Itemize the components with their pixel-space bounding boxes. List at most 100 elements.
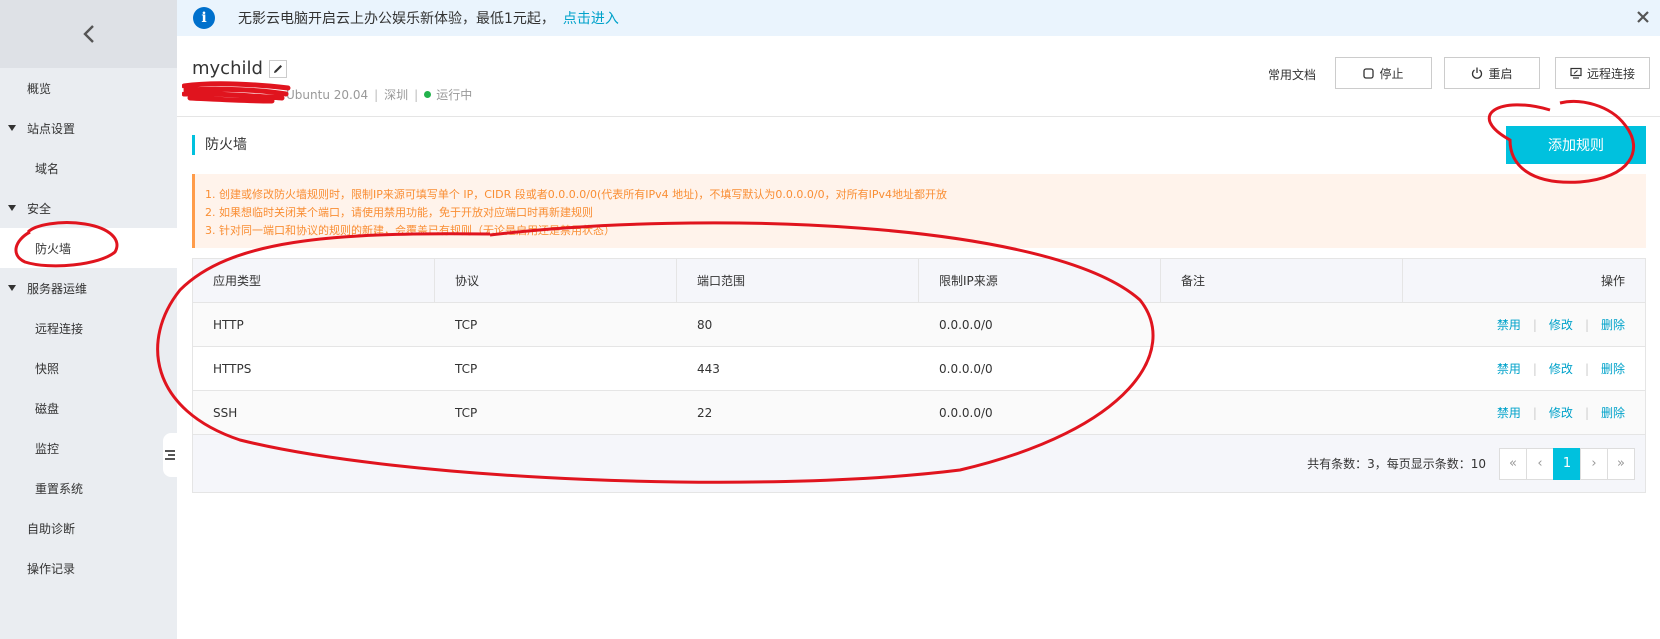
delete-button[interactable]: 删除 xyxy=(1601,404,1625,421)
header-divider xyxy=(177,116,1660,117)
remote-desktop-icon xyxy=(1570,67,1582,79)
next-page-button[interactable]: › xyxy=(1580,447,1608,480)
add-rule-button[interactable]: 添加规则 xyxy=(1506,126,1646,164)
firewall-rules-table: 应用类型 协议 端口范围 限制IP来源 备注 操作 HTTP TCP 80 0.0.0… xyxy=(192,258,1646,493)
meta-separator: | xyxy=(374,87,379,102)
table-row: HTTPS TCP 443 0.0.0.0/0 禁用 | 修改 | 删除 xyxy=(193,347,1645,391)
disable-button[interactable]: 禁用 xyxy=(1497,404,1521,421)
sidebar-item[interactable]: 安全 xyxy=(0,188,177,228)
column-header: 操作 xyxy=(1600,274,1625,288)
op-separator: | xyxy=(1532,405,1537,420)
sidebar-item[interactable]: 自助诊断 xyxy=(0,508,177,548)
delete-button[interactable]: 删除 xyxy=(1601,360,1625,377)
notice-bar: i 无影云电脑开启云上办公娱乐新体验，最低1元起， 点击进入 xyxy=(177,0,1660,36)
restart-button[interactable]: 重启 xyxy=(1444,57,1540,89)
sidebar-item[interactable]: 服务器运维 xyxy=(0,268,177,308)
page-button[interactable]: 1 xyxy=(1553,447,1581,480)
edit-button[interactable]: 修改 xyxy=(1549,316,1573,333)
warning-line: 2. 如果想临时关闭某个端口，请使用禁用功能，免于开放对应端口时再新建规则 xyxy=(205,206,593,219)
table-header: 应用类型 协议 端口范围 限制IP来源 备注 操作 xyxy=(193,259,1645,303)
cell-port: 443 xyxy=(697,361,720,376)
cell-port: 80 xyxy=(697,317,713,332)
column-header: 端口范围 xyxy=(677,259,919,302)
edit-button[interactable]: 修改 xyxy=(1549,360,1573,377)
op-separator: | xyxy=(1584,361,1589,376)
disable-button[interactable]: 禁用 xyxy=(1497,360,1521,377)
table-body: HTTP TCP 80 0.0.0.0/0 禁用 | 修改 | 删除 HTTPS TCP 443 0.0… xyxy=(193,303,1645,435)
redaction-scribble xyxy=(182,81,291,104)
warning-box: 1. 创建或修改防火墙规则时，限制IP来源可填写单个 IP，CIDR 段或者0.… xyxy=(192,174,1646,248)
cell-actions: 禁用 | 修改 | 删除 xyxy=(1403,303,1645,346)
meta-separator: | xyxy=(414,87,419,102)
prev-page-button[interactable]: ‹ xyxy=(1526,447,1554,480)
cell-actions: 禁用 | 修改 | 删除 xyxy=(1403,347,1645,390)
disable-button[interactable]: 禁用 xyxy=(1497,316,1521,333)
cell-ip: 0.0.0.0/0 xyxy=(939,361,993,376)
remote-connect-button[interactable]: 远程连接 xyxy=(1555,57,1650,89)
sidebar-item[interactable]: 快照 xyxy=(0,348,177,388)
column-header: 应用类型 xyxy=(193,259,435,302)
restart-button-label: 重启 xyxy=(1488,66,1513,81)
op-separator: | xyxy=(1532,317,1537,332)
chevron-left-icon xyxy=(82,25,94,43)
cell-protocol: TCP xyxy=(455,405,478,420)
first-page-button[interactable]: « xyxy=(1499,447,1527,480)
op-separator: | xyxy=(1584,405,1589,420)
sidebar: 概览 站点设置 域名 安全 防火墙 服务器运维 远程连接 快照 磁盘 监控 重置系统 自助诊断 操作记录 xyxy=(0,0,177,639)
total-count: 共有条数：3，每页显示条数：10 xyxy=(1307,457,1486,471)
docs-link[interactable]: 常用文档 xyxy=(1268,66,1316,83)
cell-ip: 0.0.0.0/0 xyxy=(939,405,993,420)
edit-name-button[interactable] xyxy=(268,59,287,78)
sidebar-item[interactable]: 操作记录 xyxy=(0,548,177,588)
sidebar-item[interactable]: 远程连接 xyxy=(0,308,177,348)
sidebar-collapse-handle[interactable] xyxy=(163,433,177,477)
notice-link[interactable]: 点击进入 xyxy=(563,8,619,28)
cell-note xyxy=(1161,391,1403,434)
table-footer: 共有条数：3，每页显示条数：10 «‹ 1 ›» xyxy=(193,435,1645,492)
sidebar-nav: 概览 站点设置 域名 安全 防火墙 服务器运维 远程连接 快照 磁盘 监控 重置系统 自助诊断 操作记录 xyxy=(0,68,177,588)
notice-text: 无影云电脑开启云上办公娱乐新体验，最低1元起， xyxy=(238,11,555,27)
delete-button[interactable]: 删除 xyxy=(1601,316,1625,333)
last-page-button[interactable]: » xyxy=(1607,447,1635,480)
sidebar-item[interactable]: 域名 xyxy=(0,148,177,188)
table-row: HTTP TCP 80 0.0.0.0/0 禁用 | 修改 | 删除 xyxy=(193,303,1645,347)
remote-connect-button-label: 远程连接 xyxy=(1586,66,1635,81)
stop-button[interactable]: 停止 xyxy=(1335,57,1432,89)
cell-protocol: TCP xyxy=(455,361,478,376)
region-label: 深圳 xyxy=(384,88,409,102)
op-separator: | xyxy=(1532,361,1537,376)
column-header: 备注 xyxy=(1161,259,1403,302)
stop-icon xyxy=(1363,67,1375,79)
cell-app: SSH xyxy=(213,405,238,420)
info-icon: i xyxy=(193,7,215,29)
sidebar-item[interactable]: 概览 xyxy=(0,68,177,108)
sidebar-item[interactable]: 站点设置 xyxy=(0,108,177,148)
back-button[interactable] xyxy=(77,22,101,46)
sidebar-item[interactable]: 监控 xyxy=(0,428,177,468)
warning-line: 1. 创建或修改防火墙规则时，限制IP来源可填写单个 IP，CIDR 段或者0.… xyxy=(205,188,948,201)
cell-app: HTTP xyxy=(213,317,244,332)
stop-button-label: 停止 xyxy=(1379,66,1404,81)
cell-note xyxy=(1161,347,1403,390)
cell-actions: 禁用 | 修改 | 删除 xyxy=(1403,391,1645,434)
cell-ip: 0.0.0.0/0 xyxy=(939,317,993,332)
close-notice-icon[interactable] xyxy=(1634,8,1652,26)
section-title: 防火墙 xyxy=(192,135,247,155)
sidebar-header xyxy=(0,0,177,68)
pencil-icon xyxy=(273,64,282,73)
op-separator: | xyxy=(1584,317,1589,332)
cell-app: HTTPS xyxy=(213,361,252,376)
page-title: mychild xyxy=(192,58,263,79)
table-row: SSH TCP 22 0.0.0.0/0 禁用 | 修改 | 删除 xyxy=(193,391,1645,435)
pagination: «‹ 1 ›» xyxy=(1499,447,1635,480)
edit-button[interactable]: 修改 xyxy=(1549,404,1573,421)
sidebar-item[interactable]: 防火墙 xyxy=(0,228,177,268)
cell-protocol: TCP xyxy=(455,317,478,332)
os-label: Ubuntu 20.04 xyxy=(286,87,369,102)
warning-line: 3. 针对同一端口和协议的规则的新建，会覆盖已有规则（无论是启用还是禁用状态） xyxy=(205,224,615,237)
column-header: 限制IP来源 xyxy=(919,259,1161,302)
sidebar-item[interactable]: 磁盘 xyxy=(0,388,177,428)
sidebar-item[interactable]: 重置系统 xyxy=(0,468,177,508)
instance-title-row: mychild xyxy=(192,58,287,79)
power-icon xyxy=(1472,67,1483,79)
